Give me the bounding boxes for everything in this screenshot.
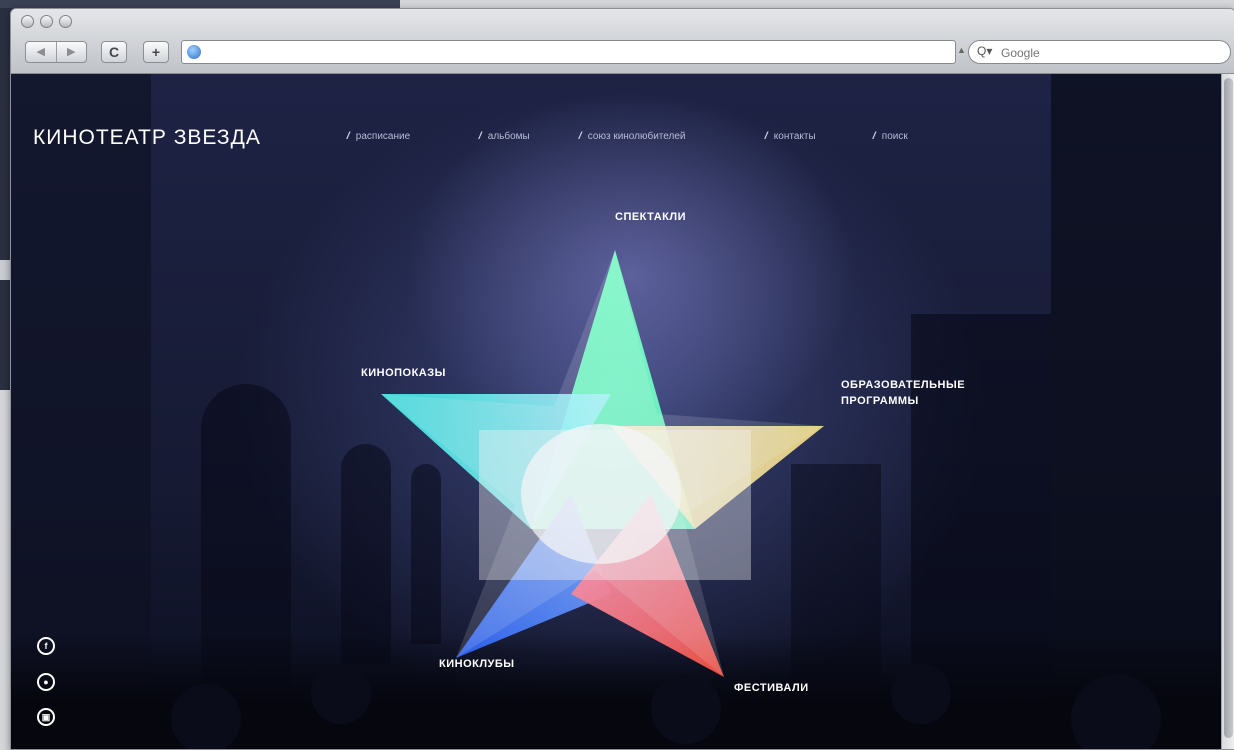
nav-schedule[interactable]: расписание xyxy=(347,131,410,142)
vkontakte-icon[interactable]: ● xyxy=(37,673,55,691)
nav-search[interactable]: поиск xyxy=(873,131,908,142)
address-bar[interactable] xyxy=(181,40,956,64)
category-educational-line2: ПРОГРАММЫ xyxy=(841,395,919,407)
category-educational-programs[interactable]: ОБРАЗОВАТЕЛЬНЫЕ ПРОГРАММЫ xyxy=(841,377,965,409)
nav-film-lovers-union[interactable]: союз кинолюбителей xyxy=(579,131,686,142)
search-icon[interactable]: Q▾ xyxy=(977,44,992,58)
forward-button[interactable]: ▶ xyxy=(57,42,87,62)
zoom-window-button[interactable] xyxy=(59,15,72,28)
close-window-button[interactable] xyxy=(21,15,34,28)
site-logo[interactable]: КИНОТЕАТР ЗВЕЗДА xyxy=(33,126,261,150)
category-educational-line1: ОБРАЗОВАТЕЛЬНЫЕ xyxy=(841,379,966,391)
url-dropdown-icon[interactable]: ▲ xyxy=(957,45,966,55)
minimize-window-button[interactable] xyxy=(40,15,53,28)
url-input[interactable] xyxy=(206,43,950,63)
facebook-icon[interactable]: f xyxy=(37,637,55,655)
web-page: КИНОТЕАТР ЗВЕЗДА расписание альбомы союз… xyxy=(11,74,1221,749)
category-festivals[interactable]: ФЕСТИВАЛИ xyxy=(734,680,809,696)
category-screenings[interactable]: КИНОПОКАЗЫ xyxy=(361,365,446,381)
background-window-bar xyxy=(0,0,400,8)
globe-icon xyxy=(187,45,201,59)
back-button[interactable]: ◀ xyxy=(26,42,57,62)
vertical-scrollbar[interactable] xyxy=(1221,74,1234,749)
star-navigation-graphic xyxy=(381,250,824,677)
nav-contacts[interactable]: контакты xyxy=(765,131,816,142)
add-bookmark-button[interactable]: + xyxy=(143,41,169,63)
browser-toolbar: ◀ ▶ C + ▲ Q▾ xyxy=(11,9,1234,74)
instagram-icon[interactable]: ▣ xyxy=(37,708,55,726)
browser-window: ◀ ▶ C + ▲ Q▾ Google КИНОТЕАТР ЗВЕЗДА / р… xyxy=(10,8,1234,750)
category-film-clubs[interactable]: КИНОКЛУБЫ xyxy=(439,656,515,672)
star-glow xyxy=(521,424,681,564)
scrollbar-thumb[interactable] xyxy=(1224,78,1233,738)
search-input[interactable] xyxy=(999,43,1223,63)
search-field[interactable]: Q▾ xyxy=(968,40,1231,64)
reload-button[interactable]: C xyxy=(101,41,127,63)
back-forward-group: ◀ ▶ xyxy=(25,41,87,63)
category-performances[interactable]: СПЕКТАКЛИ xyxy=(615,209,686,225)
nav-albums[interactable]: альбомы xyxy=(479,131,530,142)
